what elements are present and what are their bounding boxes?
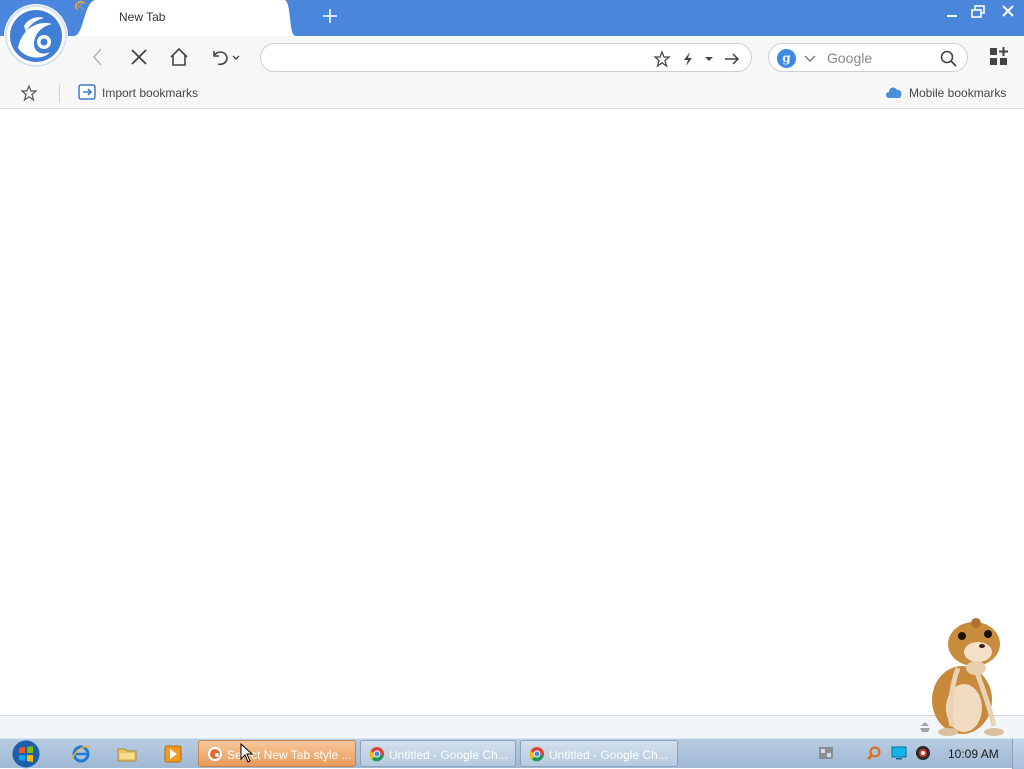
search-bar[interactable]: g xyxy=(768,43,968,72)
taskbar-task-label: Untitled - Google Ch... xyxy=(389,748,508,762)
tray-app-icon[interactable] xyxy=(818,745,834,761)
start-button-icon[interactable] xyxy=(8,739,44,769)
import-icon xyxy=(78,84,96,100)
engine-dropdown-chevron-icon[interactable] xyxy=(803,52,817,66)
tab-title: New Tab xyxy=(119,10,166,24)
navigation-toolbar: g xyxy=(0,36,1024,78)
show-desktop-button[interactable] xyxy=(1012,739,1024,769)
chrome-icon xyxy=(369,747,384,762)
mouse-cursor-icon xyxy=(240,743,254,763)
search-engine-google-icon[interactable]: g xyxy=(777,49,796,68)
media-player-icon[interactable] xyxy=(162,743,184,765)
taskbar-button-chrome-2[interactable]: Untitled - Google Ch... xyxy=(520,740,678,767)
internet-explorer-icon[interactable] xyxy=(70,743,92,765)
back-icon[interactable] xyxy=(86,45,110,69)
taskbar-clock[interactable]: 10:09 AM xyxy=(948,747,999,761)
mobile-bookmarks-label: Mobile bookmarks xyxy=(909,86,1007,100)
uc-browser-icon xyxy=(208,747,222,761)
taskbar-button-uc-browser[interactable]: Select New Tab style ... xyxy=(198,740,356,767)
windows-taskbar: Select New Tab style ... Untitled - Goog… xyxy=(0,738,1024,769)
display-tray-icon[interactable] xyxy=(891,745,907,761)
cloud-icon xyxy=(886,87,902,98)
recorder-tray-icon[interactable] xyxy=(915,745,931,761)
restore-icon[interactable] xyxy=(966,2,990,22)
home-icon[interactable] xyxy=(167,45,191,69)
search-icon[interactable] xyxy=(939,49,958,68)
tab-close-icon[interactable] xyxy=(74,0,86,12)
import-bookmarks-label: Import bookmarks xyxy=(102,86,199,100)
file-explorer-icon[interactable] xyxy=(116,743,138,765)
tab-shape xyxy=(74,0,296,36)
taskbar-button-chrome-1[interactable]: Untitled - Google Ch... xyxy=(360,740,516,767)
page-content-area[interactable] xyxy=(0,109,1024,715)
undo-closed-tab-icon[interactable] xyxy=(206,45,242,69)
browser-titlebar: New Tab xyxy=(0,0,1024,36)
stop-loading-icon[interactable] xyxy=(127,45,151,69)
bookmarks-star-icon[interactable] xyxy=(20,84,38,102)
bookmarks-separator xyxy=(59,84,60,102)
go-arrow-icon[interactable] xyxy=(723,50,741,68)
uc-browser-logo[interactable] xyxy=(4,4,68,68)
url-input[interactable] xyxy=(275,49,645,67)
address-bar[interactable] xyxy=(260,43,752,72)
chrome-icon xyxy=(529,747,544,762)
bookmarks-bar: Import bookmarks Mobile bookmarks xyxy=(0,78,1024,109)
desktop-hamster-mascot xyxy=(932,618,1004,736)
close-window-icon[interactable] xyxy=(996,2,1020,22)
app-center-grid-icon[interactable] xyxy=(987,45,1011,69)
new-tab-plus-icon[interactable] xyxy=(320,6,340,26)
search-input[interactable] xyxy=(827,49,937,67)
taskbar-task-label: Untitled - Google Ch... xyxy=(549,748,668,762)
mobile-bookmarks-button[interactable]: Mobile bookmarks xyxy=(882,78,1014,108)
tab-new-tab[interactable]: New Tab xyxy=(74,0,296,36)
magnifier-tray-icon[interactable] xyxy=(866,745,882,761)
dropdown-arrow-icon[interactable] xyxy=(700,50,718,68)
minimize-icon[interactable] xyxy=(940,2,964,22)
bookmark-star-icon[interactable] xyxy=(653,50,671,68)
import-bookmarks-button[interactable]: Import bookmarks xyxy=(76,78,206,108)
browser-status-bar xyxy=(0,715,1024,738)
speed-mode-icon[interactable] xyxy=(679,50,697,68)
